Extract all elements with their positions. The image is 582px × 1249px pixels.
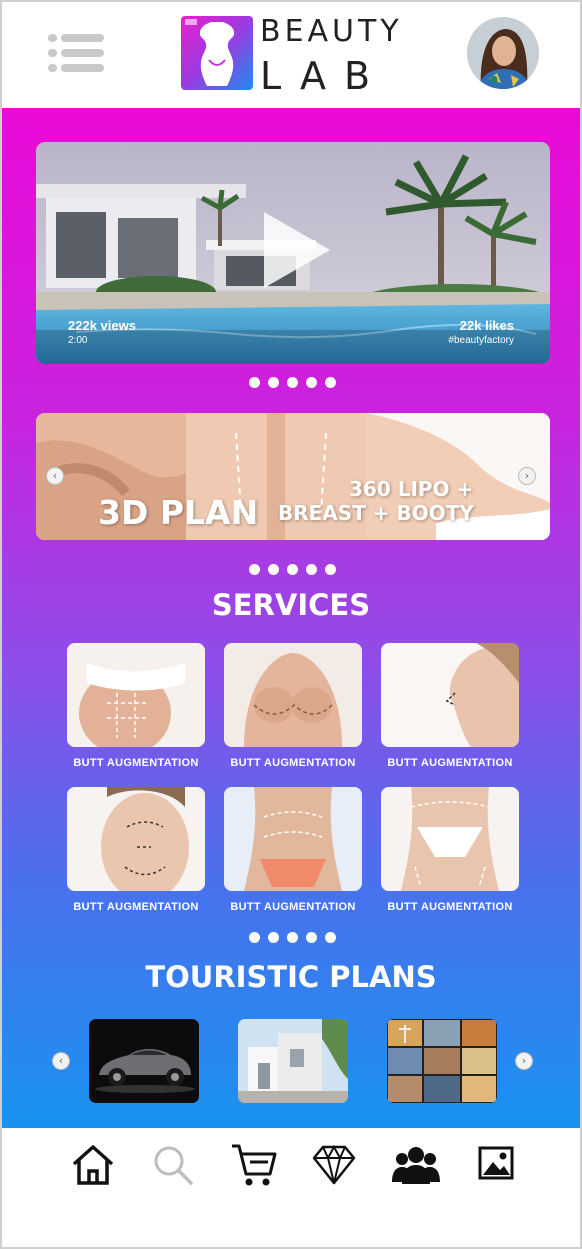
touristic-next-arrow-icon[interactable]: › [515, 1052, 533, 1070]
brand-wordmark: BEAUTY LAB [260, 12, 410, 98]
brand-line1: BEAUTY [260, 14, 403, 49]
app-header: BEAUTY LAB [2, 2, 580, 108]
video-views: 222k views [68, 318, 136, 333]
services-title: SERVICES [211, 588, 371, 622]
service-label: BUTT AUGMENTATION [387, 901, 513, 913]
menu-list-icon[interactable] [48, 34, 104, 72]
banner-title: 3D PLAN [98, 493, 259, 532]
diamond-icon[interactable] [310, 1142, 358, 1188]
featured-video-card[interactable]: 222k views 2:00 22k likes #beautyfactory [36, 142, 550, 364]
bottom-nav-bar [2, 1128, 580, 1247]
gallery-icon[interactable] [474, 1142, 522, 1188]
touristic-plan-city[interactable] [387, 1019, 497, 1103]
home-icon[interactable] [69, 1142, 117, 1188]
main-content: 222k views 2:00 22k likes #beautyfactory… [2, 108, 580, 1128]
banner-next-arrow-icon[interactable]: › [518, 467, 536, 485]
service-label: BUTT AUGMENTATION [387, 757, 513, 769]
banner-line1: 360 LIPO + [349, 477, 474, 501]
touristic-plan-car[interactable] [89, 1019, 199, 1103]
house-image [238, 1019, 348, 1103]
app-frame: BEAUTY LAB 222k views 2:00 22k likes #be… [0, 0, 582, 1249]
banner-prev-arrow-icon[interactable]: ‹ [46, 467, 64, 485]
user-avatar[interactable] [467, 17, 539, 89]
promo-banner[interactable]: 3D PLAN 360 LIPO + BREAST + BOOTY ‹ › [36, 413, 550, 540]
video-carousel-dots[interactable] [249, 377, 339, 389]
car-image [89, 1019, 199, 1103]
video-duration: 2:00 [68, 335, 88, 346]
group-users-icon[interactable] [392, 1142, 440, 1188]
search-icon[interactable] [150, 1142, 198, 1188]
service-label: BUTT AUGMENTATION [230, 757, 356, 769]
cart-icon[interactable] [230, 1142, 278, 1188]
banner-carousel-dots[interactable] [249, 564, 339, 576]
play-icon[interactable] [264, 212, 330, 288]
touristic-plan-house[interactable] [238, 1019, 348, 1103]
services-carousel-dots[interactable] [249, 932, 339, 944]
brand-logo-badge [181, 16, 253, 90]
torso-silhouette-icon [185, 19, 235, 86]
city-collage-image [387, 1019, 497, 1103]
video-hashtag: #beautyfactory [448, 335, 514, 346]
service-label: BUTT AUGMENTATION [230, 901, 356, 913]
service-label: BUTT AUGMENTATION [73, 901, 199, 913]
banner-line2: BREAST + BOOTY [278, 501, 474, 525]
touristic-plans-title: TOURISTIC PLANS [145, 960, 437, 994]
service-label: BUTT AUGMENTATION [73, 757, 199, 769]
touristic-prev-arrow-icon[interactable]: ‹ [52, 1052, 70, 1070]
brand-line2: LAB [260, 54, 389, 98]
video-likes: 22k likes [459, 318, 514, 333]
